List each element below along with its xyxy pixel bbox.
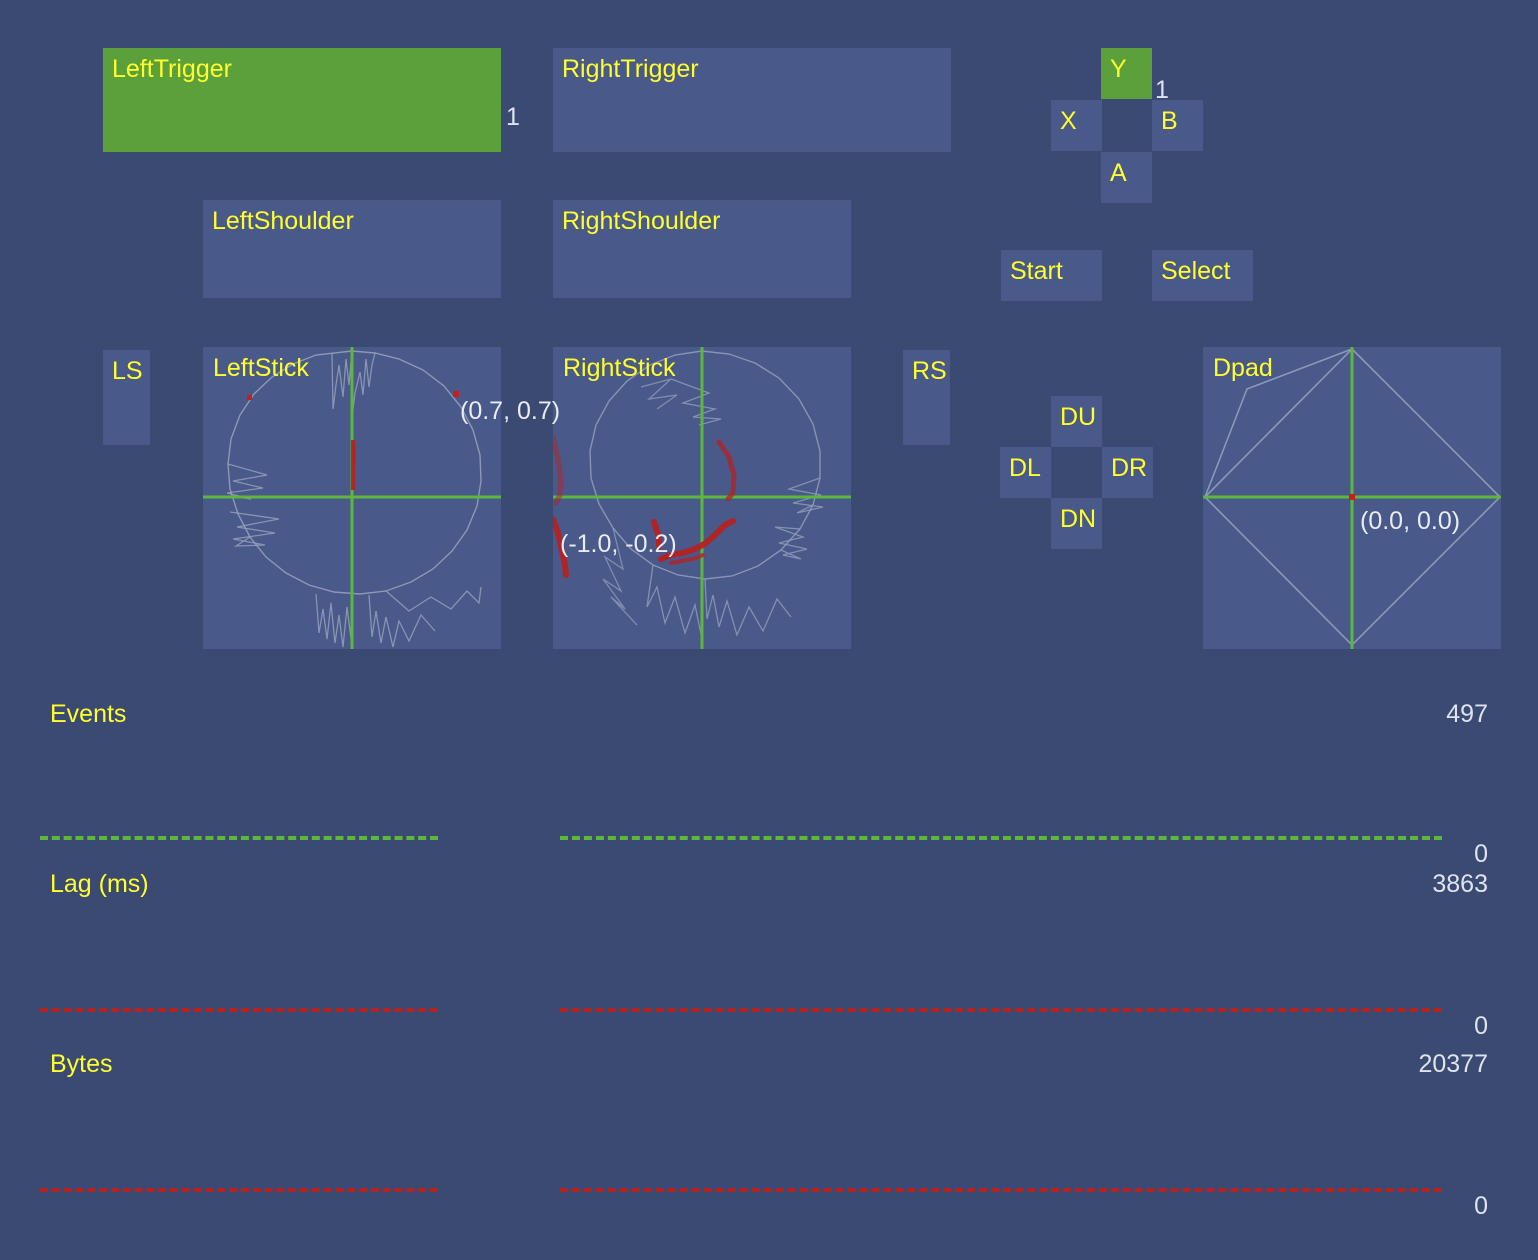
dpad-up-label: DU xyxy=(1060,403,1097,431)
lag-graph-value-1: 3863 xyxy=(1432,870,1488,898)
right-stick-label: RightStick xyxy=(563,354,676,382)
button-x-label: X xyxy=(1060,107,1077,135)
button-select-panel[interactable]: Select xyxy=(1152,250,1253,301)
button-a-panel[interactable]: A xyxy=(1101,152,1152,203)
button-rs-label: RS xyxy=(912,357,947,385)
dpad-down-label: DN xyxy=(1060,505,1097,533)
dpad-left-panel[interactable]: DL xyxy=(1000,447,1051,498)
left-stick-label: LeftStick xyxy=(213,354,309,382)
right-trigger-panel[interactable]: RightTrigger xyxy=(553,48,951,152)
button-a-label: A xyxy=(1110,159,1127,187)
right-shoulder-panel[interactable]: RightShoulder xyxy=(553,200,851,298)
dpad-plot-label: Dpad xyxy=(1213,354,1273,382)
extra-graph-line-left xyxy=(40,1188,438,1192)
left-trigger-value: 1 xyxy=(506,103,520,131)
dpad-right-panel[interactable]: DR xyxy=(1102,447,1153,498)
events-graph-value-0: 497 xyxy=(1446,700,1488,728)
button-x-panel[interactable]: X xyxy=(1051,100,1102,151)
extra-graph-line-right xyxy=(560,1188,1442,1192)
left-stick-trace xyxy=(203,347,501,649)
button-y-panel[interactable]: Y xyxy=(1101,48,1152,99)
dpad-up-panel[interactable]: DU xyxy=(1051,396,1102,447)
button-start-label: Start xyxy=(1010,257,1063,285)
right-stick-trace xyxy=(553,347,851,649)
right-stick-plot[interactable]: RightStick xyxy=(553,347,851,649)
dpad-right-label: DR xyxy=(1111,454,1148,482)
right-shoulder-label: RightShoulder xyxy=(562,207,721,235)
lag-graph-value-0: 0 xyxy=(1474,840,1488,868)
button-b-panel[interactable]: B xyxy=(1152,100,1203,151)
left-trigger-label: LeftTrigger xyxy=(112,55,232,83)
dpad-left-label: DL xyxy=(1009,454,1041,482)
button-y-label: Y xyxy=(1110,55,1127,83)
gamepad-monitor-root: LeftTrigger 1 RightTrigger LeftShoulder … xyxy=(0,0,1538,1260)
lag-graph-label: Lag (ms) xyxy=(50,870,149,898)
dpad-down-panel[interactable]: DN xyxy=(1051,498,1102,549)
right-stick-coord: (-1.0, -0.2) xyxy=(560,530,677,558)
button-select-label: Select xyxy=(1161,257,1231,285)
lag-graph-line-right xyxy=(560,1008,1442,1012)
dpad-trace xyxy=(1203,347,1501,649)
left-trigger-panel[interactable]: LeftTrigger xyxy=(103,48,501,152)
left-shoulder-panel[interactable]: LeftShoulder xyxy=(203,200,501,298)
events-graph-label: Events xyxy=(50,700,127,728)
right-trigger-label: RightTrigger xyxy=(562,55,699,83)
bytes-graph-label: Bytes xyxy=(50,1050,113,1078)
left-stick-plot[interactable]: LeftStick xyxy=(203,347,501,649)
bytes-graph-value-0: 0 xyxy=(1474,1012,1488,1040)
lag-graph-line-left xyxy=(40,1008,438,1012)
button-rs-panel[interactable]: RS xyxy=(903,350,950,445)
events-graph-line-left xyxy=(40,836,438,840)
button-b-label: B xyxy=(1161,107,1178,135)
extra-graph-value-0: 0 xyxy=(1474,1192,1488,1220)
button-ls-label: LS xyxy=(112,357,143,385)
dpad-plot[interactable]: Dpad xyxy=(1203,347,1501,649)
events-graph-line-right xyxy=(560,836,1442,840)
dpad-plot-coord: (0.0, 0.0) xyxy=(1360,507,1461,535)
button-ls-panel[interactable]: LS xyxy=(103,350,150,445)
button-start-panel[interactable]: Start xyxy=(1001,250,1102,301)
left-shoulder-label: LeftShoulder xyxy=(212,207,354,235)
left-stick-coord: (0.7, 0.7) xyxy=(460,397,561,425)
bytes-graph-value-1: 20377 xyxy=(1418,1050,1488,1078)
